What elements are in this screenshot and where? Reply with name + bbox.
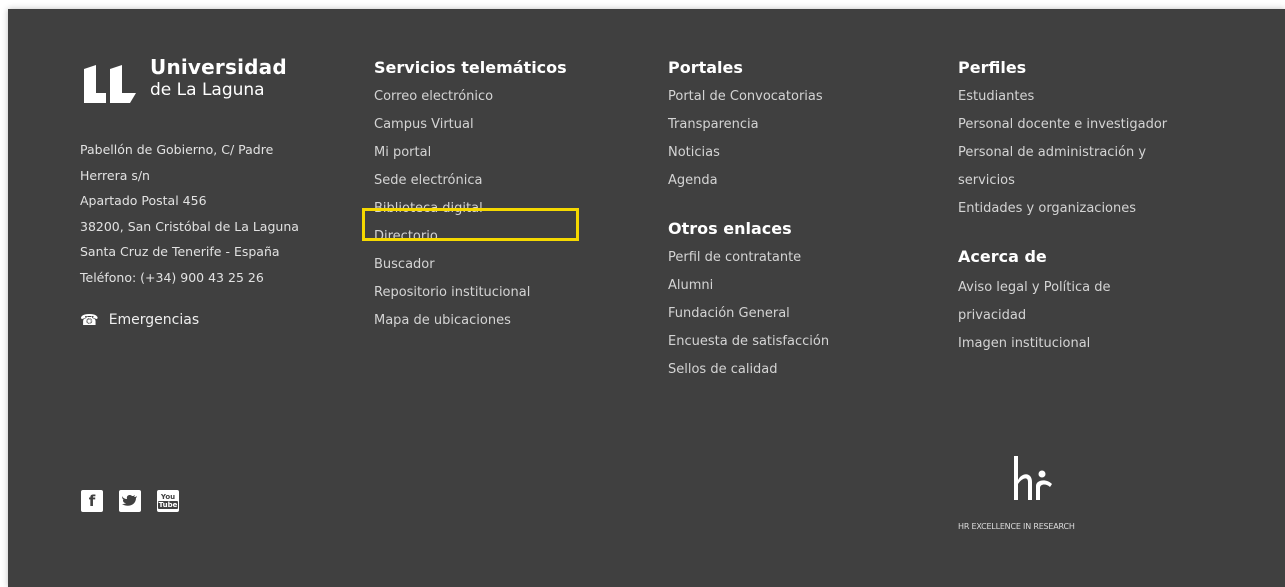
servicios-heading: Servicios telemáticos bbox=[374, 58, 567, 77]
link-convocatorias[interactable]: Portal de Convocatorias bbox=[668, 83, 829, 111]
youtube-icon[interactable]: You Tube bbox=[157, 490, 179, 512]
link-entidades[interactable]: Entidades y organizaciones bbox=[958, 195, 1167, 223]
address-line: Pabellón de Gobierno, C/ Padre bbox=[80, 142, 274, 157]
link-campus-virtual[interactable]: Campus Virtual bbox=[374, 111, 567, 139]
link-sede-electronica[interactable]: Sede electrónica bbox=[374, 167, 567, 195]
address-line: Santa Cruz de Tenerife - España bbox=[80, 244, 280, 259]
link-estudiantes[interactable]: Estudiantes bbox=[958, 83, 1167, 111]
link-transparencia[interactable]: Transparencia bbox=[668, 111, 829, 139]
link-imagen-institucional[interactable]: Imagen institucional bbox=[958, 330, 1167, 358]
site-footer: Universidad de La Laguna Pabellón de Gob… bbox=[8, 9, 1285, 587]
link-aviso-legal[interactable]: Aviso legal y Política de bbox=[958, 274, 1167, 302]
portales-column: Portales Portal de Convocatorias Transpa… bbox=[668, 57, 829, 384]
address-line: Herrera s/n bbox=[80, 167, 150, 183]
hr-excellence-logo[interactable]: HR EXCELLENCE IN RESEARCH bbox=[958, 454, 1158, 544]
address-line: 38200, San Cristóbal de La Laguna bbox=[80, 218, 299, 234]
address-line: Apartado Postal 456 bbox=[80, 193, 207, 208]
link-repositorio[interactable]: Repositorio institucional bbox=[374, 279, 567, 307]
link-noticias[interactable]: Noticias bbox=[668, 139, 829, 167]
social-links: f You Tube bbox=[81, 490, 179, 512]
acerca-heading: Acerca de bbox=[958, 247, 1047, 266]
perfiles-heading: Perfiles bbox=[958, 58, 1027, 77]
hr-logo-icon bbox=[1014, 456, 1052, 500]
highlight-box bbox=[362, 208, 579, 241]
link-privacidad[interactable]: privacidad bbox=[958, 302, 1167, 330]
link-fundacion-general[interactable]: Fundación General bbox=[668, 300, 829, 328]
link-sellos-calidad[interactable]: Sellos de calidad bbox=[668, 356, 829, 384]
twitter-icon[interactable] bbox=[119, 490, 141, 512]
portales-heading: Portales bbox=[668, 58, 743, 77]
otros-heading: Otros enlaces bbox=[668, 219, 792, 238]
university-name-line1: Universidad bbox=[150, 55, 287, 79]
hr-caption: HR EXCELLENCE IN RESEARCH bbox=[958, 522, 1075, 531]
link-pas[interactable]: Personal de administración y bbox=[958, 139, 1167, 167]
link-pas-cont[interactable]: servicios bbox=[958, 167, 1167, 195]
link-alumni[interactable]: Alumni bbox=[668, 272, 829, 300]
emergency-link[interactable]: ☎ Emergencias bbox=[80, 311, 199, 329]
perfiles-column: Perfiles Estudiantes Personal docente e … bbox=[958, 57, 1167, 358]
link-encuesta[interactable]: Encuesta de satisfacción bbox=[668, 328, 829, 356]
phone-line: Teléfono: (+34) 900 43 25 26 bbox=[80, 269, 264, 285]
link-buscador[interactable]: Buscador bbox=[374, 251, 567, 279]
address-block: Pabellón de Gobierno, C/ Padre Herrera s… bbox=[80, 137, 350, 290]
servicios-column: Servicios telemáticos Correo electrónico… bbox=[374, 57, 567, 335]
link-correo[interactable]: Correo electrónico bbox=[374, 83, 567, 111]
university-logo[interactable]: Universidad de La Laguna bbox=[80, 55, 300, 115]
emergency-label: Emergencias bbox=[108, 312, 200, 328]
link-mi-portal[interactable]: Mi portal bbox=[374, 139, 567, 167]
link-pdi[interactable]: Personal docente e investigador bbox=[958, 111, 1167, 139]
phone-ring-icon: ☎ bbox=[80, 311, 99, 329]
link-agenda[interactable]: Agenda bbox=[668, 167, 829, 195]
ull-logo-icon bbox=[84, 65, 136, 103]
link-perfil-contratante[interactable]: Perfil de contratante bbox=[668, 244, 829, 272]
link-mapa-ubicaciones[interactable]: Mapa de ubicaciones bbox=[374, 307, 567, 335]
facebook-icon[interactable]: f bbox=[81, 490, 103, 512]
university-name-line2: de La Laguna bbox=[150, 80, 265, 100]
